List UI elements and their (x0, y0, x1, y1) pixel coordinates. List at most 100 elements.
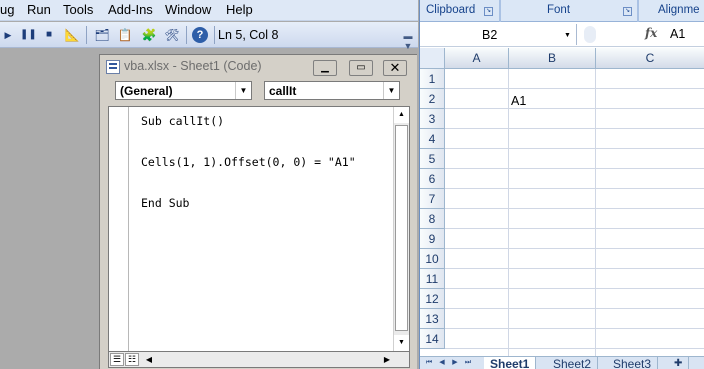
select-all-corner[interactable] (420, 48, 445, 69)
insert-sheet-icon[interactable]: ✚ (668, 357, 690, 369)
scroll-left-icon[interactable]: ◀ (143, 353, 155, 366)
menu-add-ins[interactable]: Add-Ins (108, 2, 153, 17)
formula-input[interactable]: A1 (670, 27, 685, 41)
grid-line (445, 108, 704, 109)
column-header-b[interactable]: B (509, 48, 596, 69)
reset-icon[interactable]: ■ (41, 27, 57, 43)
break-icon[interactable]: ❚❚ (20, 27, 37, 43)
row-header[interactable]: 13 (420, 309, 445, 329)
menu-help[interactable]: Help (226, 2, 253, 17)
scroll-up-icon[interactable]: ▲ (394, 107, 409, 123)
code-window-icon (106, 60, 120, 74)
cell-b2[interactable]: A1 (511, 94, 526, 108)
code-line: End Sub (141, 196, 190, 210)
tab-sheet1[interactable]: Sheet1 (484, 357, 537, 369)
excel-window: Clipboard ↘ Font ↘ Alignme B2 ▼ fx A1 A … (419, 0, 704, 369)
row-header[interactable]: 14 (420, 329, 445, 349)
menu-tools[interactable]: Tools (63, 2, 93, 17)
tab-sheet2[interactable]: Sheet2 (547, 357, 599, 369)
margin-indicator-bar[interactable] (109, 107, 129, 351)
first-sheet-icon[interactable]: ⏮ (424, 358, 434, 368)
formula-bar-resize-handle[interactable] (584, 26, 596, 43)
cursor-position-readout: Ln 5, Col 8 (218, 28, 279, 42)
row-header[interactable]: 6 (420, 169, 445, 189)
row-header[interactable]: 12 (420, 289, 445, 309)
grid-line (445, 168, 704, 169)
help-icon[interactable]: ? (192, 27, 208, 43)
minimize-icon[interactable]: ▁ (313, 60, 337, 76)
project-explorer-icon[interactable]: 🗂 (94, 27, 110, 43)
code-text[interactable]: Sub callIt() ​ Cells(1, 1).Offset(0, 0) = … (141, 111, 356, 214)
close-icon[interactable]: ✕ (383, 60, 407, 76)
column-header-c[interactable]: C (596, 48, 704, 69)
procedure-combo[interactable]: callIt ▼ (264, 81, 400, 100)
worksheet-grid[interactable]: A B C 1 2 3 4 5 6 7 8 9 10 11 12 13 14 A… (420, 48, 704, 356)
name-box[interactable]: B2 ▼ (420, 24, 577, 45)
menu-window[interactable]: Window (165, 2, 211, 17)
full-module-view-icon[interactable]: ☷ (125, 353, 139, 366)
code-editor[interactable]: Sub callIt() ​ Cells(1, 1).Offset(0, 0) = … (108, 106, 410, 352)
code-line: Sub callIt() (141, 114, 225, 128)
grid-line (445, 88, 704, 89)
tab-sheet3[interactable]: Sheet3 (607, 357, 659, 369)
toolbar-separator (214, 26, 215, 44)
row-header[interactable]: 9 (420, 229, 445, 249)
code-window-title: vba.xlsx - Sheet1 (Code) (124, 59, 262, 73)
chevron-down-icon[interactable]: ▼ (564, 32, 571, 39)
row-header[interactable]: 11 (420, 269, 445, 289)
grid-line (445, 308, 704, 309)
row-header[interactable]: 5 (420, 149, 445, 169)
ribbon-group-clipboard: Clipboard (426, 4, 476, 16)
toolbar-options-icon[interactable]: ▬ ▼ (402, 31, 414, 51)
properties-window-icon[interactable]: 📋 (117, 27, 133, 43)
maximize-icon[interactable]: ▭ (349, 60, 373, 76)
toolbox-icon[interactable]: 🛠 (164, 27, 180, 43)
row-header[interactable]: 2 (420, 89, 445, 109)
procedure-combo-value: callIt (269, 84, 297, 98)
row-header[interactable]: 1 (420, 69, 445, 89)
scroll-right-icon[interactable]: ▶ (381, 353, 393, 366)
sheet-tab-bar: ⏮ ◀ ▶ ⏭ Sheet1 Sheet2 Sheet3 ✚ (420, 356, 704, 369)
procedure-view-icon[interactable]: ☰ (110, 353, 124, 366)
formula-bar: B2 ▼ fx A1 (420, 23, 704, 47)
grid-line (508, 69, 509, 356)
vbe-toolbar: ▶ ❚❚ ■ 📐 🗂 📋 🧩 🛠 ? (0, 22, 418, 48)
column-header-a[interactable]: A (445, 48, 509, 69)
vba-editor: ug Run Tools Add-Ins Window Help ▶ ❚❚ ■ … (0, 0, 418, 369)
scroll-down-icon[interactable]: ▼ (394, 335, 409, 351)
vertical-scrollbar[interactable]: ▲ ▼ (393, 107, 409, 351)
ribbon-group-alignment: Alignme (658, 4, 700, 16)
row-header[interactable]: 4 (420, 129, 445, 149)
grid-line (445, 208, 704, 209)
menu-debug[interactable]: ug (0, 2, 14, 17)
horizontal-scrollbar[interactable]: ☰ ☷ ◀ ▶ (108, 352, 410, 368)
row-header[interactable]: 3 (420, 109, 445, 129)
grid-line (445, 128, 704, 129)
code-window-titlebar[interactable]: vba.xlsx - Sheet1 (Code) ▁ ▭ ✕ (100, 55, 417, 79)
chevron-down-icon[interactable]: ▼ (383, 82, 399, 99)
row-header[interactable]: 7 (420, 189, 445, 209)
grid-line (445, 248, 704, 249)
row-header[interactable]: 10 (420, 249, 445, 269)
code-line: ​ (141, 132, 356, 153)
run-icon[interactable]: ▶ (0, 27, 16, 43)
dialog-launcher-icon[interactable]: ↘ (623, 7, 632, 16)
insert-function-icon[interactable]: fx (645, 26, 657, 40)
object-browser-icon[interactable]: 🧩 (141, 27, 157, 43)
menu-run[interactable]: Run (27, 2, 51, 17)
last-sheet-icon[interactable]: ⏭ (463, 358, 473, 368)
previous-sheet-icon[interactable]: ◀ (437, 358, 447, 368)
code-line: Cells(1, 1).Offset(0, 0) = "A1" (141, 155, 356, 169)
code-window: vba.xlsx - Sheet1 (Code) ▁ ▭ ✕ (General)… (99, 54, 417, 369)
next-sheet-icon[interactable]: ▶ (450, 358, 460, 368)
grid-line (445, 288, 704, 289)
row-header[interactable]: 8 (420, 209, 445, 229)
object-combo[interactable]: (General) ▼ (115, 81, 252, 100)
chevron-down-icon[interactable]: ▼ (235, 82, 251, 99)
toolbar-separator (86, 26, 87, 44)
dialog-launcher-icon[interactable]: ↘ (484, 7, 493, 16)
design-mode-icon[interactable]: 📐 (64, 27, 80, 43)
scroll-thumb[interactable] (395, 125, 408, 331)
object-combo-value: (General) (120, 84, 173, 98)
grid-line (445, 268, 704, 269)
